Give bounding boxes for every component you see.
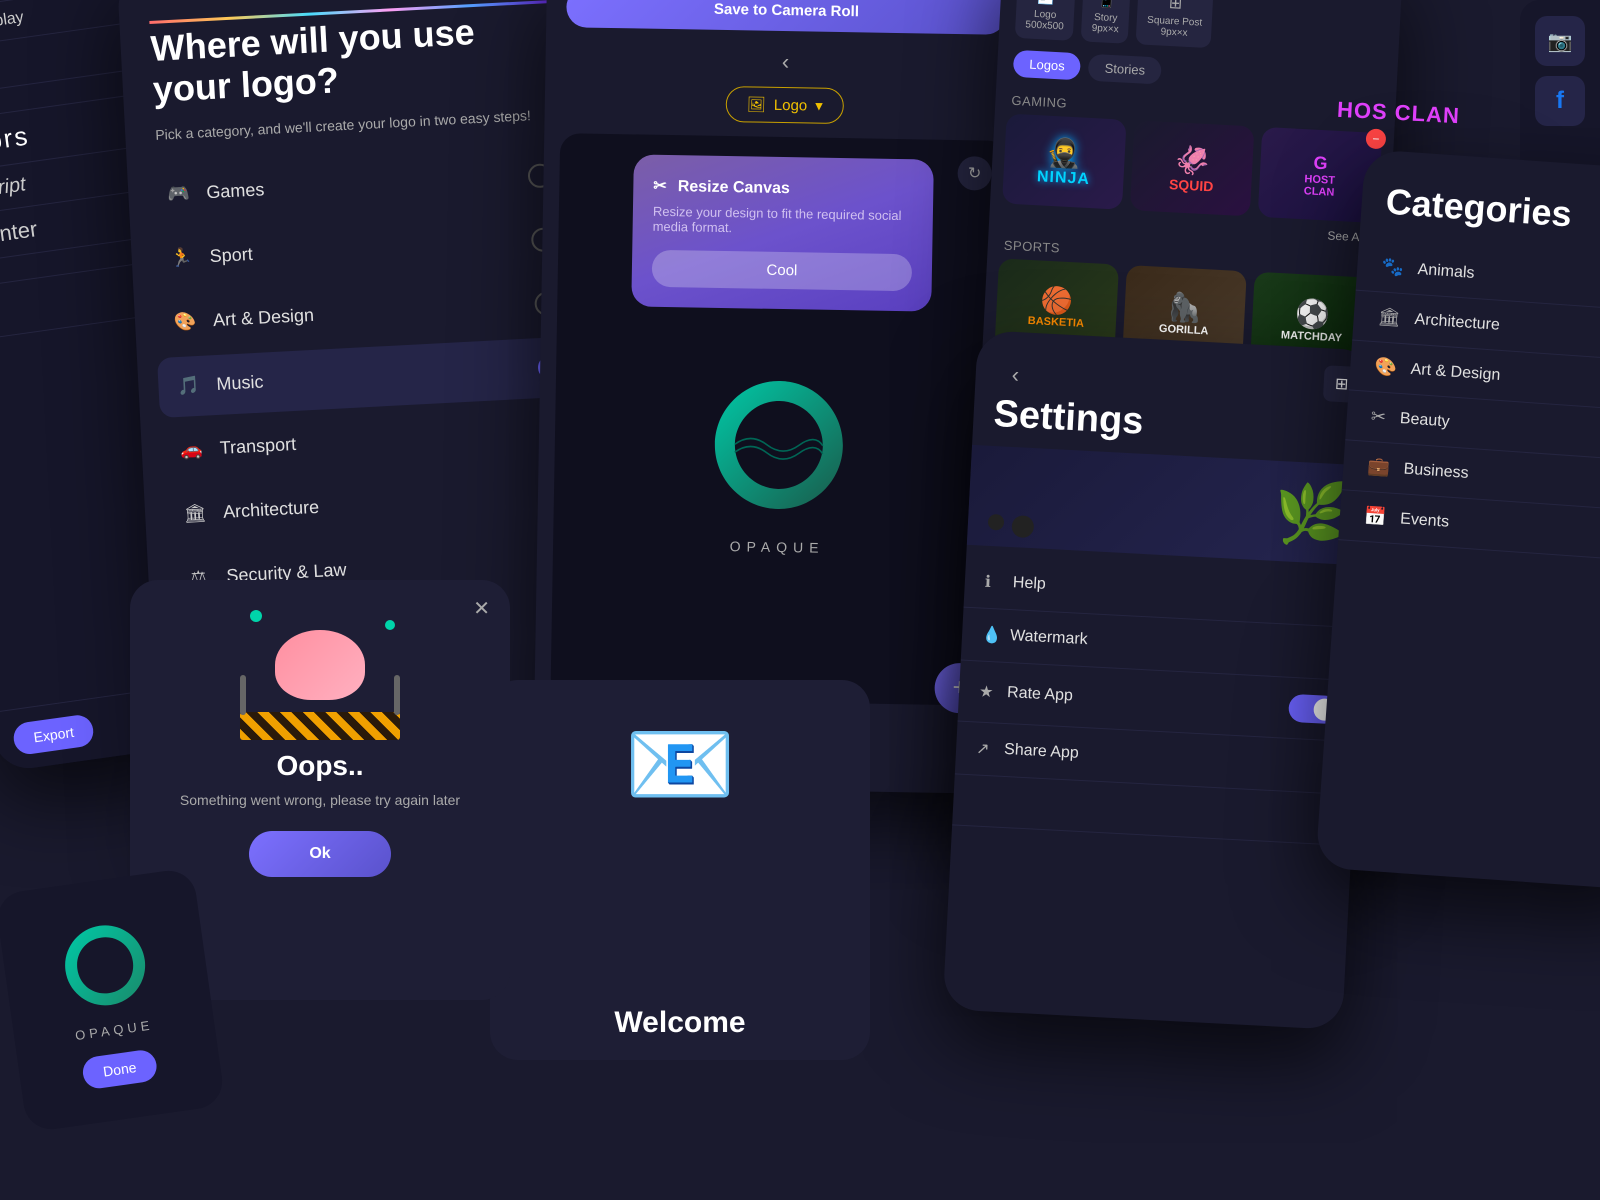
category-subtitle: Pick a category, and we'll create your l… [155, 104, 556, 146]
transport-icon: 🚗 [177, 435, 206, 464]
help-icon: ℹ [984, 572, 1013, 593]
welcome-title: Welcome [614, 1006, 745, 1040]
cool-button[interactable]: Cool [652, 250, 913, 292]
oops-image [230, 600, 410, 740]
rate-label: Rate App [1007, 684, 1290, 717]
events-row-label: Events [1400, 510, 1450, 531]
squid-logo-wrap: 🦑 SQUID [1130, 120, 1255, 216]
extra-icon [973, 800, 1001, 801]
art-row-label: Art & Design [1410, 360, 1501, 384]
ghost-delete-badge[interactable]: − [1365, 128, 1386, 149]
ok-button[interactable]: Ok [249, 831, 390, 877]
welcome-panel: 📧 Welcome [490, 680, 870, 1060]
music-label: Music [216, 372, 264, 395]
settings-orbs [987, 514, 1034, 538]
category-title: Where will you use your logo? [150, 7, 554, 111]
settings-list: ℹ Help 💧 Watermark › ★ Rate App ↗ Share … [952, 545, 1367, 857]
logo-emoji-icon: 🖼 [747, 95, 766, 113]
canvas-area: ✂ Resize Canvas Resize your design to fi… [550, 133, 1008, 706]
opaque-logo-label: OPAQUE [74, 1017, 154, 1043]
envelope-icon: 📧 [624, 720, 736, 810]
oops-close-button[interactable]: ✕ [473, 596, 490, 621]
art-row-icon: 🎨 [1374, 356, 1398, 379]
refresh-icon[interactable]: ↻ [957, 156, 992, 191]
logo-pill[interactable]: 🖼 Logo ▾ [726, 86, 845, 124]
sport-label: Sport [209, 244, 253, 267]
logo-preview-panel: OPAQUE Done [0, 867, 226, 1132]
arch-row-label: Architecture [1414, 310, 1500, 334]
logo-dropdown-chevron-icon: ▾ [815, 97, 823, 115]
animals-label: Animals [1417, 260, 1475, 282]
arch-icon: 🏛 [180, 499, 209, 528]
transport-label: Transport [219, 434, 296, 459]
resize-popup-desc: Resize your design to fit the required s… [653, 204, 913, 239]
games-icon: 🎮 [164, 180, 193, 209]
logo-selector-row: 🖼 Logo ▾ [545, 83, 1026, 127]
squid-logo-thumb[interactable]: 🦑 SQUID [1130, 120, 1255, 216]
done-button[interactable]: Done [81, 1048, 158, 1090]
extra-label [1001, 802, 1327, 819]
resize-icon: ✂ [653, 178, 667, 195]
music-icon: 🎵 [174, 372, 203, 401]
ninja-logo-thumb[interactable]: 🥷 NINJA [1002, 114, 1127, 210]
watermark-icon: 💧 [982, 625, 1011, 646]
animals-icon: 🐾 [1381, 256, 1405, 279]
settings-back-button[interactable]: ‹ [991, 345, 1040, 389]
instagram-icon[interactable]: 📷 [1535, 16, 1585, 66]
arch-label: Architecture [223, 497, 320, 523]
chip-stories[interactable]: Stories [1088, 54, 1162, 85]
canvas-panel: Save to Camera Roll ‹ 🖼 Logo ▾ ✂ Resize … [533, 0, 1027, 794]
settings-panel: ‹ ⊞ Settings 🌿 ℹ Help 💧 Watermark › ★ Ra… [942, 330, 1377, 1030]
business-row-icon: 💼 [1367, 456, 1391, 479]
games-label: Games [206, 180, 265, 204]
sport-icon: 🏃 [167, 244, 196, 273]
settings-hero-banner: 🌿 [967, 445, 1372, 566]
envelope-area: 📧 [624, 720, 736, 810]
back-chevron-row: ‹ [545, 37, 1026, 87]
ninja-logo-wrap: 🥷 NINJA [1002, 114, 1127, 210]
resize-popup-title: ✂ Resize Canvas [653, 175, 913, 201]
chip-logos[interactable]: Logos [1013, 50, 1082, 80]
opaque-logo-svg [49, 908, 162, 1021]
save-to-camera-roll-button[interactable]: Save to Camera Roll [566, 0, 1007, 35]
share-icon: ↗ [976, 738, 1005, 759]
art-label: Art & Design [213, 305, 315, 331]
help-label: Help [1012, 574, 1344, 609]
resize-canvas-popup: ✂ Resize Canvas Resize your design to fi… [631, 154, 934, 311]
oops-title: Oops.. [276, 750, 363, 782]
oops-description: Something went wrong, please try again l… [180, 790, 460, 811]
categories-panel: Categories 🐾 Animals 12 🏛 Architecture 1… [1315, 149, 1600, 891]
beauty-row-icon: ✂ [1370, 406, 1387, 428]
scratch-logo-item[interactable]: 📄 Logo 500x500 [1015, 0, 1076, 41]
events-row-icon: 📅 [1363, 506, 1387, 529]
business-row-label: Business [1403, 460, 1469, 482]
scratch-square-item[interactable]: ⊞ Square Post 9px×x [1136, 0, 1214, 48]
canvas-logo: OPAQUE [697, 363, 860, 556]
canvas-opaque-label: OPAQUE [730, 538, 825, 556]
scratch-story-item[interactable]: 📱 Story 9px×x [1081, 0, 1131, 44]
back-chevron-icon[interactable]: ‹ [782, 49, 790, 75]
share-label: Share App [1004, 741, 1331, 776]
art-icon: 🎨 [170, 308, 199, 337]
beauty-row-label: Beauty [1399, 410, 1450, 431]
rate-star-icon: ★ [979, 682, 1008, 703]
canvas-opaque-svg [697, 363, 860, 526]
facebook-icon[interactable]: f [1535, 76, 1585, 126]
logo-pill-label: Logo [774, 96, 808, 114]
watermark-label: Watermark [1010, 627, 1337, 662]
export-button[interactable]: Export [12, 713, 96, 756]
category-header: Where will you use your logo? Pick a cat… [117, 0, 587, 167]
arch-row-icon: 🏛 [1377, 306, 1401, 329]
